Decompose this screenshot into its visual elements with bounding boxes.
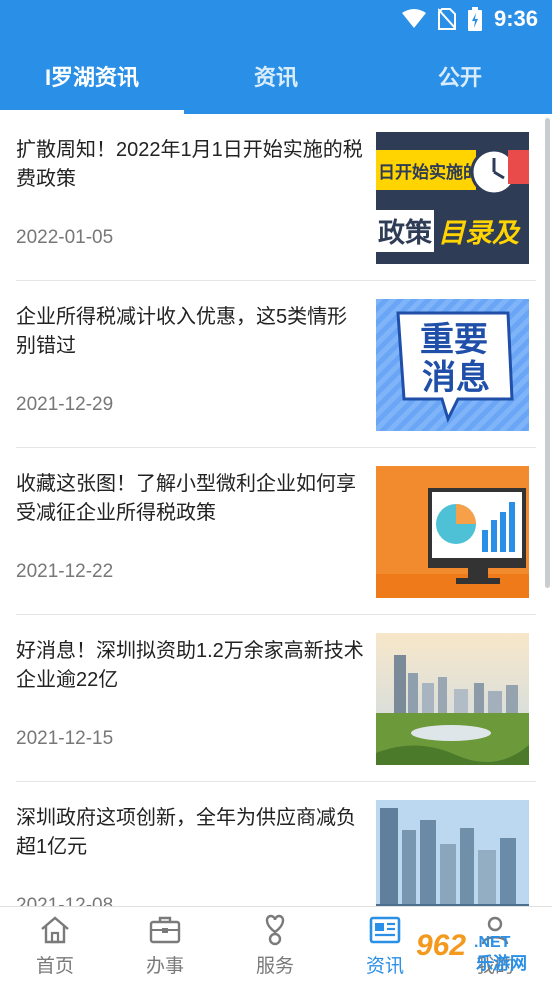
article-title: 深圳政府这项创新，全年为供应商减负超1亿元 (16, 807, 356, 858)
watermark-brand: 962 (416, 929, 466, 962)
watermark-site: 乐游网 (476, 953, 527, 973)
article-thumbnail: 重要 消息 (376, 299, 529, 431)
list-item[interactable]: 收藏这张图！了解小型微利企业如何享受减征企业所得税政策 2021-12-22 (16, 448, 536, 615)
tab-news[interactable]: 资讯 (184, 38, 368, 114)
nav-label: 资讯 (365, 956, 404, 977)
status-time: 9:36 (493, 6, 538, 31)
scrollbar[interactable] (545, 118, 550, 588)
article-date: 2022-01-05 (16, 227, 114, 248)
article-thumbnail (376, 466, 529, 598)
nav-label: 首页 (35, 956, 74, 977)
list-item[interactable]: 好消息！深圳拟资助1.2万余家高新技术企业逾22亿 2021-12-15 (16, 615, 536, 782)
list-item[interactable]: 扩散周知！2022年1月1日开始实施的税费政策 2022-01-05 日开始实施… (16, 114, 536, 281)
thumb-line2: 消息 (422, 358, 490, 397)
battery-charging-icon (467, 7, 482, 31)
status-icons: 9:36 (401, 6, 538, 32)
article-date: 2021-12-29 (16, 394, 114, 415)
briefcase-icon (149, 916, 181, 944)
article-title: 扩散周知！2022年1月1日开始实施的税费政策 (16, 139, 363, 190)
list-item[interactable]: 深圳政府这项创新，全年为供应商减负超1亿元 2021-12-08 (16, 782, 536, 906)
thumb-bottom-right: 目录及 (438, 218, 521, 248)
article-title: 企业所得税减计收入优惠，这5类情形别错过 (16, 306, 348, 357)
article-title: 好消息！深圳拟资助1.2万余家高新技术企业逾22亿 (16, 640, 364, 691)
nav-label: 办事 (145, 956, 184, 977)
wifi-icon (401, 9, 426, 28)
home-icon (41, 916, 69, 944)
nav-affairs[interactable]: 办事 (110, 907, 220, 982)
top-tab-bar: I罗湖资讯 资讯 公开 (0, 38, 552, 114)
watermark-suffix: .NET (474, 934, 511, 951)
article-date: 2021-12-22 (16, 561, 114, 582)
article-thumbnail (376, 800, 529, 906)
tab-public[interactable]: 公开 (368, 38, 552, 114)
nav-label: 服务 (255, 956, 294, 977)
heart-medal-icon (265, 914, 285, 946)
status-bar: 9:36 (0, 0, 552, 38)
news-icon (369, 916, 401, 944)
article-thumbnail (376, 633, 529, 765)
tab-luohu-news[interactable]: I罗湖资讯 (0, 38, 184, 114)
thumb-top-text: 日开始实施的 (378, 162, 480, 182)
article-thumbnail: 日开始实施的 政策 目录及 (376, 132, 529, 264)
article-list[interactable]: 扩散周知！2022年1月1日开始实施的税费政策 2022-01-05 日开始实施… (0, 114, 552, 906)
nav-home[interactable]: 首页 (0, 907, 110, 982)
thumb-bottom-left: 政策 (378, 217, 433, 248)
no-sim-icon (437, 8, 456, 30)
article-date: 2021-12-15 (16, 728, 114, 749)
site-watermark: 962 .NET 乐游网 (414, 925, 546, 977)
nav-service[interactable]: 服务 (220, 907, 330, 982)
article-title: 收藏这张图！了解小型微利企业如何享受减征企业所得税政策 (16, 473, 356, 524)
thumb-line1: 重要 (420, 321, 488, 359)
list-item[interactable]: 企业所得税减计收入优惠，这5类情形别错过 2021-12-29 重要 消息 (16, 281, 536, 448)
article-date: 2021-12-08 (16, 895, 114, 906)
